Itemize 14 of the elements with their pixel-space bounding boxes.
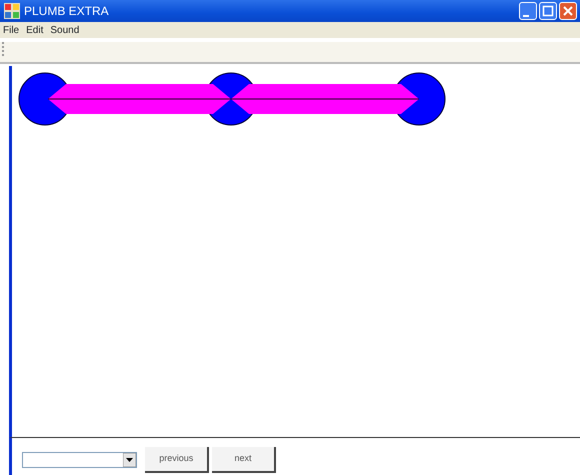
caret-icon [123,452,136,466]
window-title: PLUMB EXTRA [24,3,109,20]
dropdown-field[interactable] [22,452,137,468]
maximize-button[interactable] [539,2,558,20]
menu-item[interactable]: Edit [26,22,44,38]
menu-item[interactable]: Sound [50,22,80,38]
minimize-button[interactable] [519,2,538,20]
nav-button[interactable]: next [212,446,276,472]
minimize-icon [523,14,530,16]
menu-item[interactable]: File [3,22,20,38]
maximize-icon [540,3,556,20]
app-icon [4,3,20,19]
nav-button[interactable]: previous [145,446,210,472]
close-button[interactable] [559,2,578,20]
